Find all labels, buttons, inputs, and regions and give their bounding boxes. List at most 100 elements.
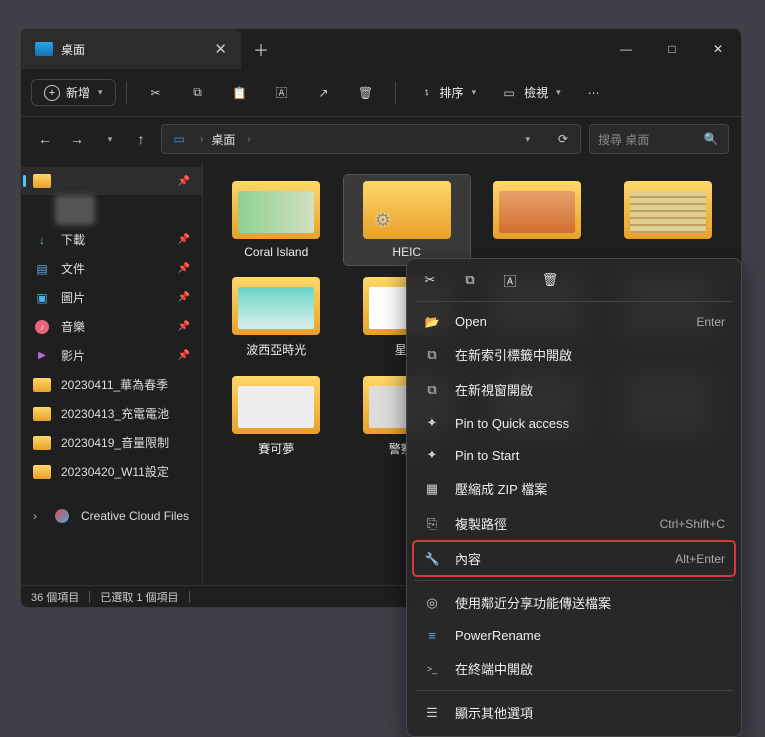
rename-icon[interactable]	[501, 271, 519, 289]
folder-thumb	[232, 277, 320, 335]
sidebar-item-documents[interactable]: 文件📌	[21, 254, 202, 283]
view-button[interactable]: 檢視 ▾	[490, 78, 571, 108]
tab-title: 桌面	[61, 41, 206, 58]
paste-button[interactable]	[221, 78, 259, 108]
folder-label: Coral Island	[244, 245, 308, 259]
context-menu: OpenEnter 在新索引標籤中開啟 在新視窗開啟 Pin to Quick …	[406, 258, 742, 737]
folder-icon	[33, 378, 51, 392]
chevron-down-icon: ▾	[98, 87, 103, 98]
sort-button[interactable]: 排序 ▾	[406, 78, 487, 108]
search-box[interactable]: 搜尋 桌面	[589, 124, 729, 154]
forward-button[interactable]	[65, 131, 89, 147]
trash-icon[interactable]	[541, 271, 559, 289]
folder-item[interactable]: Coral Island	[213, 175, 340, 265]
video-icon	[33, 348, 51, 364]
plus-icon: +	[44, 85, 60, 101]
close-window-button[interactable]: ✕	[695, 29, 741, 69]
copy-icon	[189, 84, 207, 102]
rename-icon	[273, 84, 291, 102]
maximize-button[interactable]: □	[649, 29, 695, 69]
ctx-show-more-options[interactable]: 顯示其他選項	[413, 695, 735, 730]
up-button[interactable]	[129, 131, 153, 147]
ctx-open[interactable]: OpenEnter	[413, 306, 735, 337]
copy-icon[interactable]	[461, 271, 479, 289]
sidebar-item-folder[interactable]: 20230411_華為春季	[21, 370, 202, 399]
back-button[interactable]	[33, 131, 57, 147]
folder-thumb	[232, 376, 320, 434]
sidebar-item-pictures[interactable]: 圖片📌	[21, 283, 202, 312]
ctx-open-terminal[interactable]: 在終端中開啟	[413, 651, 735, 686]
folder-item[interactable]: 賽可夢	[213, 370, 340, 463]
new-button[interactable]: + 新增 ▾	[31, 79, 116, 106]
pin-icon: 📌	[178, 176, 190, 187]
more-button[interactable]	[575, 78, 613, 108]
zip-icon	[423, 481, 441, 497]
search-icon	[702, 130, 720, 148]
toolbar: + 新增 ▾ 排序 ▾ 檢視 ▾	[21, 69, 741, 117]
sidebar-item-downloads[interactable]: 下載📌	[21, 225, 202, 254]
context-quick-actions	[413, 265, 735, 297]
breadcrumb[interactable]: 桌面	[211, 131, 235, 148]
pic-icon	[33, 290, 51, 306]
ctx-compress-zip[interactable]: 壓縮成 ZIP 檔案	[413, 471, 735, 506]
share-button[interactable]	[305, 78, 343, 108]
folder-icon	[35, 42, 53, 56]
cut-icon	[147, 84, 165, 102]
ctx-pin-quick-access[interactable]: Pin to Quick access	[413, 407, 735, 439]
address-bar[interactable]: › 桌面 › ▾	[161, 124, 581, 154]
sidebar-item-folder[interactable]: 20230420_W11設定	[21, 457, 202, 486]
sidebar-item-current[interactable]: 📌	[21, 167, 202, 195]
chevron-down-icon[interactable]: ▾	[525, 134, 530, 145]
sidebar-item-creative-cloud[interactable]: Creative Cloud Files	[21, 502, 202, 530]
music-icon	[35, 320, 49, 334]
newtab-icon	[423, 347, 441, 363]
sidebar-item-videos[interactable]: 影片📌	[21, 341, 202, 370]
sidebar-item-folder[interactable]: 20230419_音量限制	[21, 428, 202, 457]
folder-item[interactable]: 波西亞時光	[213, 271, 340, 364]
sort-label: 排序	[440, 84, 464, 101]
ctx-power-rename[interactable]: PowerRename	[413, 620, 735, 651]
ctx-pin-start[interactable]: Pin to Start	[413, 439, 735, 471]
folder-icon	[33, 174, 51, 188]
sort-icon	[416, 84, 434, 102]
ctx-properties[interactable]: 內容Alt+Enter	[413, 541, 735, 576]
trash-icon	[357, 84, 375, 102]
cut-icon[interactable]	[421, 271, 439, 289]
folder-icon	[33, 436, 51, 450]
minimize-button[interactable]: —	[603, 29, 649, 69]
sidebar-item-folder[interactable]: 20230413_充電電池	[21, 399, 202, 428]
history-button[interactable]: ▾	[97, 134, 121, 145]
ctx-open-new-window[interactable]: 在新視窗開啟	[413, 372, 735, 407]
copy-button[interactable]	[179, 78, 217, 108]
folder-label: 賽可夢	[258, 440, 294, 457]
ctx-nearby-share[interactable]: 使用鄰近分享功能傳送檔案	[413, 585, 735, 620]
chevron-down-icon: ▾	[556, 87, 561, 98]
nav-row: ▾ › 桌面 › ▾ 搜尋 桌面	[21, 117, 741, 161]
item-count: 36 個項目	[31, 589, 79, 605]
sidebar-item-music[interactable]: 音樂📌	[21, 312, 202, 341]
folder-thumb: ⚙	[363, 181, 451, 239]
delete-button[interactable]	[347, 78, 385, 108]
open-icon	[423, 315, 441, 329]
refresh-button[interactable]	[554, 130, 572, 148]
blurred-item	[55, 195, 95, 225]
selection-count: 已選取 1 個項目	[100, 589, 178, 605]
folder-item[interactable]: ⚙HEIC	[344, 175, 471, 265]
doc-icon	[33, 261, 51, 277]
pin-icon	[423, 415, 441, 431]
new-tab-button[interactable]: ＋	[241, 29, 281, 69]
sidebar: 📌 下載📌 文件📌 圖片📌 音樂📌 影片📌 20230411_華為春季 2023…	[21, 161, 203, 585]
cut-button[interactable]	[137, 78, 175, 108]
tab-desktop[interactable]: 桌面 ✕	[21, 29, 241, 69]
folder-label: 波西亞時光	[246, 341, 306, 358]
cc-icon	[55, 509, 69, 523]
folder-item[interactable]	[474, 175, 601, 265]
ctx-copy-path[interactable]: 複製路徑Ctrl+Shift+C	[413, 506, 735, 541]
folder-icon	[33, 407, 51, 421]
ctx-open-new-tab[interactable]: 在新索引標籤中開啟	[413, 337, 735, 372]
nearby-icon	[423, 595, 441, 611]
close-tab-icon[interactable]: ✕	[214, 40, 227, 58]
rename-button[interactable]	[263, 78, 301, 108]
folder-item[interactable]	[605, 175, 732, 265]
titlebar: 桌面 ✕ ＋ — □ ✕	[21, 29, 741, 69]
